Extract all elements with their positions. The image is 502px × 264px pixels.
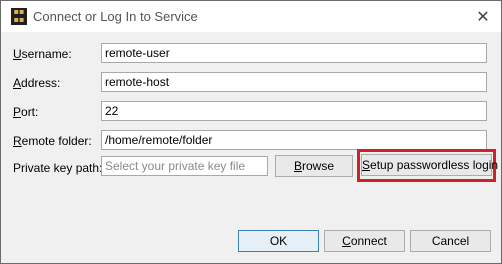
ok-button[interactable]: OK [238, 230, 319, 252]
cancel-button[interactable]: Cancel [410, 230, 491, 252]
username-label-key: U [13, 47, 22, 61]
port-label: Port: [13, 105, 38, 119]
address-field[interactable]: remote-host [101, 72, 487, 92]
private-key-label: Private key path: [13, 161, 103, 175]
username-field[interactable]: remote-user [101, 43, 487, 63]
remote-folder-label-rest: emote folder: [21, 134, 92, 148]
username-label-rest: sername: [21, 47, 72, 61]
connect-button-rest: onnect [350, 234, 387, 248]
browse-button-key: B [293, 159, 302, 173]
address-label: Address: [13, 76, 60, 90]
setup-button-rest: etup passwordless login [370, 158, 499, 172]
dialog-window: ▪▪ ▪▪ Connect or Log In to Service ✕ User… [0, 0, 502, 264]
address-label-key: A [13, 76, 22, 90]
window-title: Connect or Log In to Service [33, 9, 198, 24]
connect-button-key: C [342, 234, 351, 248]
close-icon[interactable]: ✕ [469, 4, 497, 29]
connect-button[interactable]: Connect [324, 230, 405, 252]
title-bar[interactable]: ▪▪ ▪▪ Connect or Log In to Service ✕ [1, 1, 501, 32]
port-label-rest: ort: [21, 105, 39, 119]
remote-folder-label-key: R [13, 134, 22, 148]
username-label: Username: [13, 47, 72, 61]
browse-button[interactable]: Browse [275, 155, 353, 177]
port-field[interactable]: 22 [101, 101, 487, 121]
address-label-rest: ddress: [21, 76, 61, 90]
port-label-key: P [13, 105, 22, 119]
setup-button-key: S [362, 158, 371, 172]
app-logo-icon: ▪▪ ▪▪ [11, 8, 27, 25]
remote-folder-field[interactable]: /home/remote/folder [101, 130, 487, 150]
setup-passwordless-login-button[interactable]: Setup passwordless login [361, 154, 498, 176]
browse-button-rest: rowse [302, 159, 335, 173]
remote-folder-label: Remote folder: [13, 134, 92, 148]
private-key-field[interactable]: Select your private key file [101, 156, 268, 176]
